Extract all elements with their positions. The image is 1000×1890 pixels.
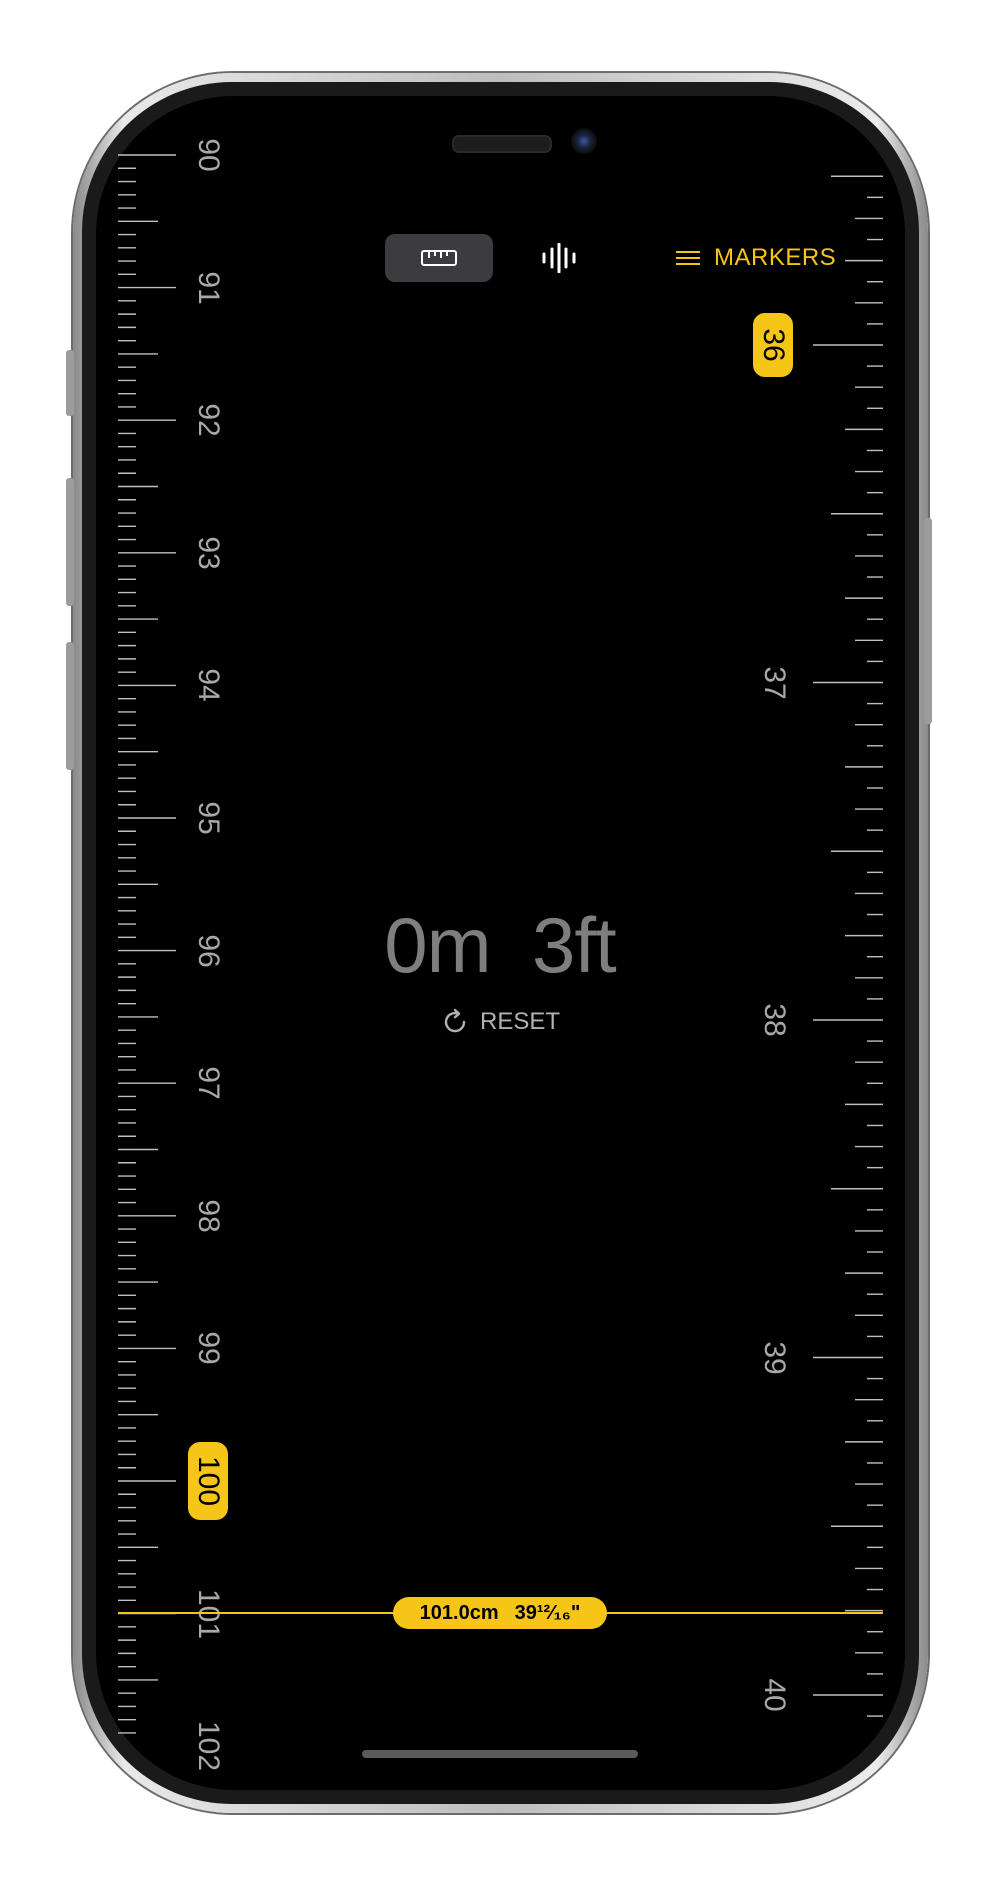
reset-button[interactable]: RESET (440, 1002, 560, 1042)
side-button (66, 478, 74, 606)
markers-label: MARKERS (714, 244, 837, 271)
side-button (66, 350, 74, 416)
right-ruler-label: 37 (758, 665, 791, 700)
readout-meters: 0m (384, 901, 491, 989)
left-ruler-label: 99 (192, 1331, 225, 1366)
left-ruler-label: 98 (192, 1199, 225, 1233)
left-ruler-label: 102 (192, 1721, 225, 1772)
left-ruler-label: 96 (192, 933, 225, 968)
left-ruler-label: 94 (192, 668, 225, 703)
left-ruler-label: 93 (192, 536, 225, 570)
side-button (924, 518, 932, 724)
camera-icon (571, 128, 597, 154)
measurement-inches: 39¹²⁄₁₆" (514, 1601, 581, 1624)
right-ruler-label: 39 (758, 1340, 791, 1375)
level-mode-button[interactable] (505, 234, 613, 282)
right-ruler-label: 40 (758, 1678, 791, 1712)
home-indicator[interactable] (362, 1750, 638, 1758)
hamburger-icon (676, 247, 700, 269)
left-ruler-highlight-badge: 100 (188, 1442, 228, 1520)
right-ruler-highlight-badge: 36 (753, 313, 793, 377)
distance-readout: 0m 3ft (300, 900, 700, 991)
ruler-icon (421, 250, 457, 266)
left-ruler-label: 90 (192, 138, 225, 172)
left-ruler-label: 97 (192, 1066, 225, 1100)
measurement-pill[interactable]: 101.0cm 39¹²⁄₁₆" (393, 1597, 607, 1629)
readout-feet: 3ft (531, 901, 617, 989)
markers-button[interactable]: MARKERS (676, 240, 836, 276)
refresh-icon (444, 1008, 466, 1033)
ruler-mode-button[interactable] (385, 234, 493, 282)
right-ruler-label: 38 (758, 1003, 791, 1037)
measurement-cm: 101.0cm (419, 1601, 499, 1624)
waveform-icon (542, 243, 576, 273)
speaker-grille (452, 135, 552, 153)
left-ruler-label: 95 (192, 801, 225, 835)
side-button (66, 642, 74, 770)
left-ruler-label: 91 (192, 270, 225, 305)
reset-label: RESET (480, 1008, 561, 1035)
left-ruler-label: 92 (192, 403, 225, 437)
